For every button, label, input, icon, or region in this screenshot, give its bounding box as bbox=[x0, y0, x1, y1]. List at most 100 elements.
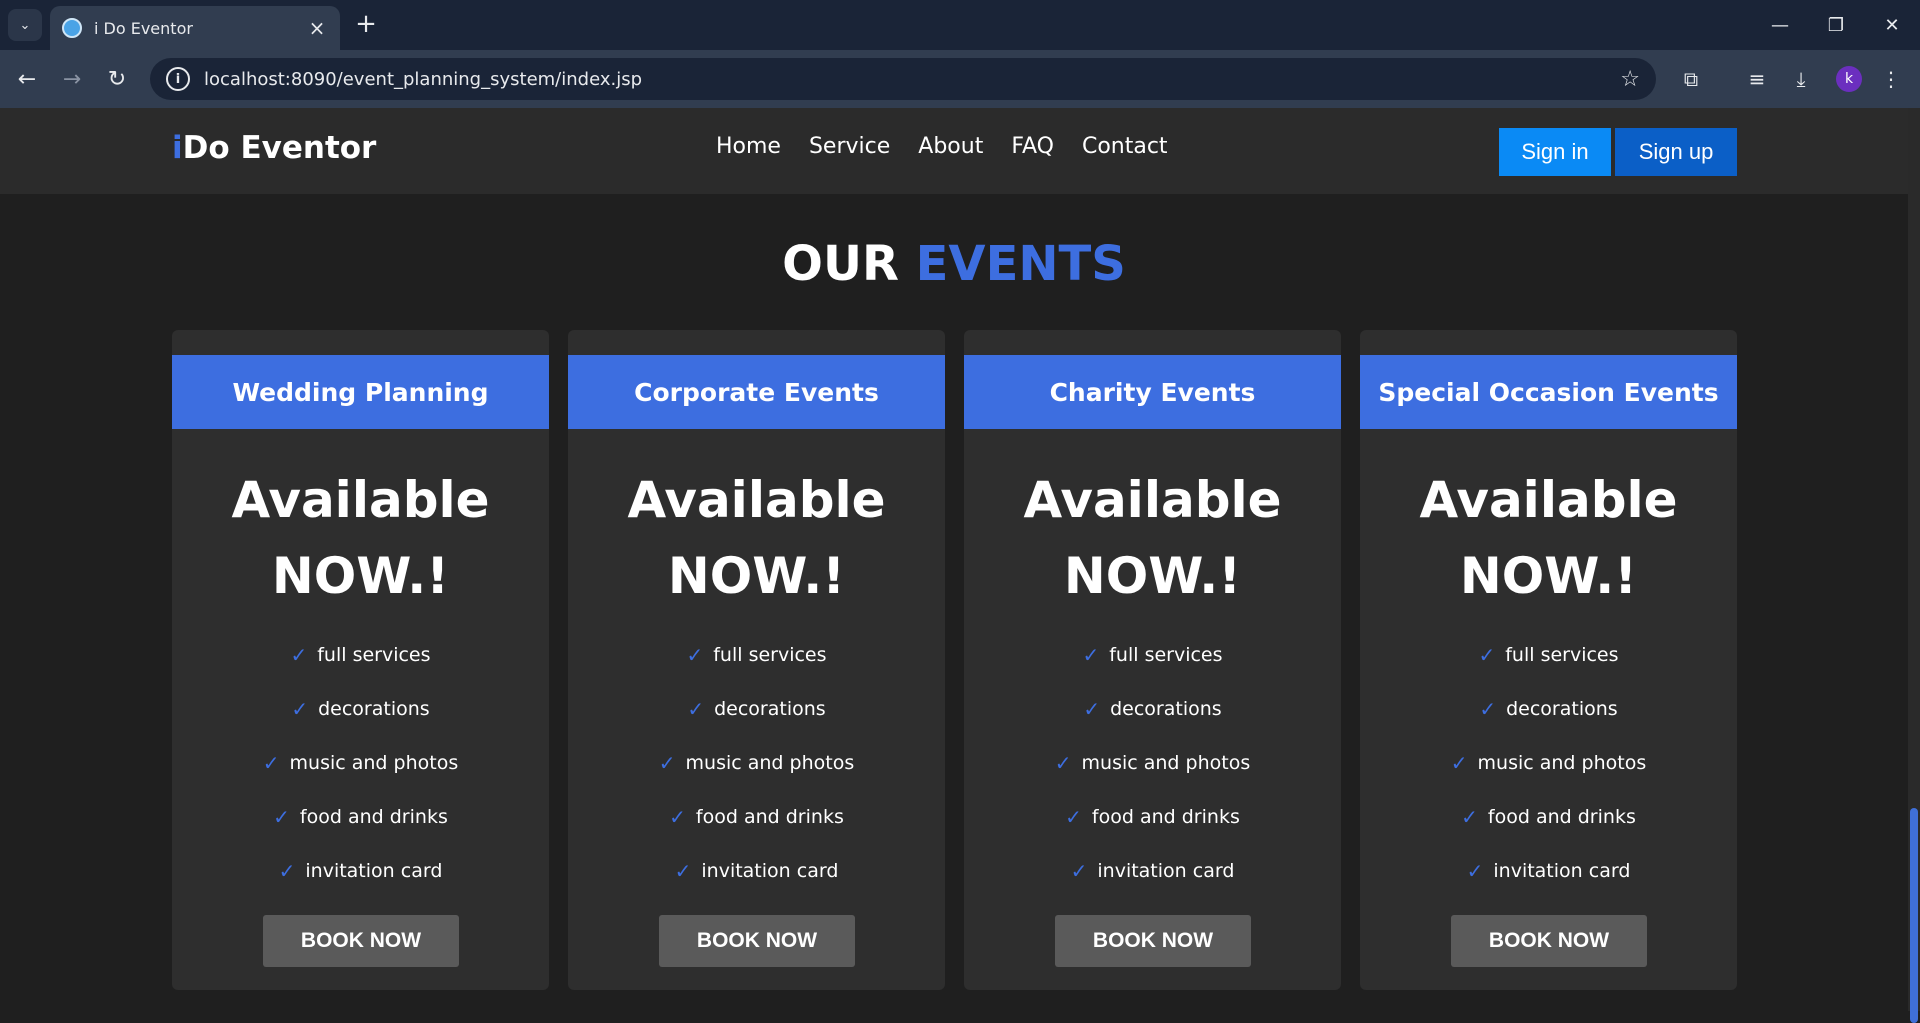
feature-item: ✓ full services bbox=[1360, 628, 1737, 682]
availability-text: Available NOW.! bbox=[1360, 462, 1737, 614]
media-queue-icon[interactable]: ≡ bbox=[1740, 62, 1774, 96]
card-title: Special Occasion Events bbox=[1360, 355, 1737, 429]
feature-label: food and drinks bbox=[1091, 806, 1240, 828]
checkmark-icon: ✓ bbox=[1070, 859, 1088, 883]
event-card: Special Occasion Events Available NOW.! ✓… bbox=[1360, 330, 1737, 990]
avail-line1: Available bbox=[627, 471, 886, 529]
auth-buttons: Sign in Sign up bbox=[1499, 128, 1737, 176]
checkmark-icon: ✓ bbox=[1054, 751, 1072, 775]
feature-item: ✓ full services bbox=[964, 628, 1341, 682]
checkmark-icon: ✓ bbox=[1083, 697, 1101, 721]
book-now-button[interactable]: BOOK NOW bbox=[263, 915, 459, 967]
profile-avatar[interactable]: k bbox=[1836, 66, 1862, 92]
feature-item: ✓ decorations bbox=[964, 682, 1341, 736]
avail-line1: Available bbox=[1419, 471, 1678, 529]
feature-item: ✓ food and drinks bbox=[1360, 790, 1737, 844]
feature-list: ✓ full services ✓ decorations ✓ music and p… bbox=[1360, 628, 1737, 898]
event-card: Wedding Planning Available NOW.! ✓ full se… bbox=[172, 330, 549, 990]
checkmark-icon: ✓ bbox=[290, 643, 308, 667]
feature-item: ✓ music and photos bbox=[1360, 736, 1737, 790]
feature-item: ✓ invitation card bbox=[568, 844, 945, 898]
checkmark-icon: ✓ bbox=[273, 805, 290, 829]
checkmark-icon: ✓ bbox=[674, 859, 692, 883]
feature-item: ✓ decorations bbox=[568, 682, 945, 736]
checkmark-icon: ✓ bbox=[291, 697, 309, 721]
page-viewport: iDo Eventor Home Service About FAQ Conta… bbox=[0, 108, 1908, 1011]
checkmark-icon: ✓ bbox=[1478, 643, 1496, 667]
download-icon[interactable]: ⤓ bbox=[1784, 62, 1818, 96]
avail-line1: Available bbox=[231, 471, 490, 529]
forward-arrow-icon[interactable]: → bbox=[55, 62, 89, 96]
extensions-puzzle-icon[interactable]: ⧉ bbox=[1674, 62, 1708, 96]
feature-item: ✓ full services bbox=[568, 628, 945, 682]
checkmark-icon: ✓ bbox=[1461, 805, 1478, 829]
url-text[interactable]: localhost:8090/event_planning_system/ind… bbox=[204, 69, 1620, 90]
feature-list: ✓ full services ✓ decorations ✓ music and p… bbox=[568, 628, 945, 898]
new-tab-plus-icon[interactable]: + bbox=[352, 10, 380, 38]
tab-search-chevron-down-icon[interactable]: ⌄ bbox=[8, 9, 42, 41]
book-now-button[interactable]: BOOK NOW bbox=[659, 915, 855, 967]
feature-item: ✓ invitation card bbox=[964, 844, 1341, 898]
nav-faq[interactable]: FAQ bbox=[1011, 134, 1054, 159]
window-controls: — ❐ ✕ bbox=[1752, 0, 1920, 50]
avail-line2: NOW.! bbox=[271, 547, 450, 605]
checkmark-icon: ✓ bbox=[1479, 697, 1497, 721]
availability-text: Available NOW.! bbox=[172, 462, 549, 614]
feature-label: music and photos bbox=[289, 752, 459, 774]
feature-label: decorations bbox=[1110, 698, 1222, 720]
browser-tabstrip: ⌄ i Do Eventor × + — ❐ ✕ bbox=[0, 0, 1920, 50]
nav-about[interactable]: About bbox=[918, 134, 983, 159]
feature-label: food and drinks bbox=[1487, 806, 1636, 828]
avail-line2: NOW.! bbox=[1063, 547, 1242, 605]
main-nav: Home Service About FAQ Contact bbox=[716, 134, 1168, 159]
sign-in-button[interactable]: Sign in bbox=[1499, 128, 1611, 176]
restore-icon[interactable]: ❐ bbox=[1808, 0, 1864, 50]
feature-item: ✓ music and photos bbox=[964, 736, 1341, 790]
feature-label: full services bbox=[1109, 644, 1223, 666]
favicon-icon bbox=[62, 18, 82, 38]
logo-text: Do Eventor bbox=[182, 130, 377, 166]
book-now-button[interactable]: BOOK NOW bbox=[1451, 915, 1647, 967]
checkmark-icon: ✓ bbox=[1466, 859, 1484, 883]
checkmark-icon: ✓ bbox=[278, 859, 296, 883]
section-title: OUR EVENTS bbox=[0, 236, 1908, 292]
event-card: Charity Events Available NOW.! ✓ full serv… bbox=[964, 330, 1341, 990]
checkmark-icon: ✓ bbox=[1082, 643, 1100, 667]
event-cards: Wedding Planning Available NOW.! ✓ full se… bbox=[172, 330, 1737, 990]
feature-label: music and photos bbox=[1081, 752, 1251, 774]
bookmark-star-icon[interactable]: ☆ bbox=[1620, 67, 1640, 92]
page-scrollbar[interactable] bbox=[1908, 108, 1920, 1023]
feature-label: decorations bbox=[1506, 698, 1618, 720]
back-arrow-icon[interactable]: ← bbox=[10, 62, 44, 96]
feature-label: food and drinks bbox=[299, 806, 448, 828]
sign-up-button[interactable]: Sign up bbox=[1615, 128, 1737, 176]
feature-label: music and photos bbox=[685, 752, 855, 774]
card-title: Charity Events bbox=[964, 355, 1341, 429]
feature-label: music and photos bbox=[1477, 752, 1647, 774]
book-now-button[interactable]: BOOK NOW bbox=[1055, 915, 1251, 967]
browser-tab[interactable]: i Do Eventor × bbox=[50, 6, 340, 50]
minimize-icon[interactable]: — bbox=[1752, 0, 1808, 50]
event-card: Corporate Events Available NOW.! ✓ full se… bbox=[568, 330, 945, 990]
feature-label: invitation card bbox=[305, 860, 443, 882]
site-info-icon[interactable]: i bbox=[166, 67, 190, 91]
reload-icon[interactable]: ↻ bbox=[100, 62, 134, 96]
site-logo[interactable]: iDo Eventor bbox=[172, 130, 376, 166]
feature-label: full services bbox=[317, 644, 431, 666]
feature-label: invitation card bbox=[701, 860, 839, 882]
nav-contact[interactable]: Contact bbox=[1082, 134, 1168, 159]
scrollbar-thumb[interactable] bbox=[1910, 808, 1918, 1023]
nav-home[interactable]: Home bbox=[716, 134, 781, 159]
close-window-icon[interactable]: ✕ bbox=[1864, 0, 1920, 50]
more-menu-icon[interactable]: ⋮ bbox=[1874, 62, 1908, 96]
address-bar[interactable]: i localhost:8090/event_planning_system/i… bbox=[150, 58, 1656, 100]
feature-item: ✓ music and photos bbox=[568, 736, 945, 790]
checkmark-icon: ✓ bbox=[687, 697, 705, 721]
feature-item: ✓ food and drinks bbox=[964, 790, 1341, 844]
card-title: Corporate Events bbox=[568, 355, 945, 429]
availability-text: Available NOW.! bbox=[568, 462, 945, 614]
feature-item: ✓ invitation card bbox=[1360, 844, 1737, 898]
feature-item: ✓ food and drinks bbox=[568, 790, 945, 844]
tab-close-icon[interactable]: × bbox=[306, 16, 328, 40]
nav-service[interactable]: Service bbox=[809, 134, 890, 159]
